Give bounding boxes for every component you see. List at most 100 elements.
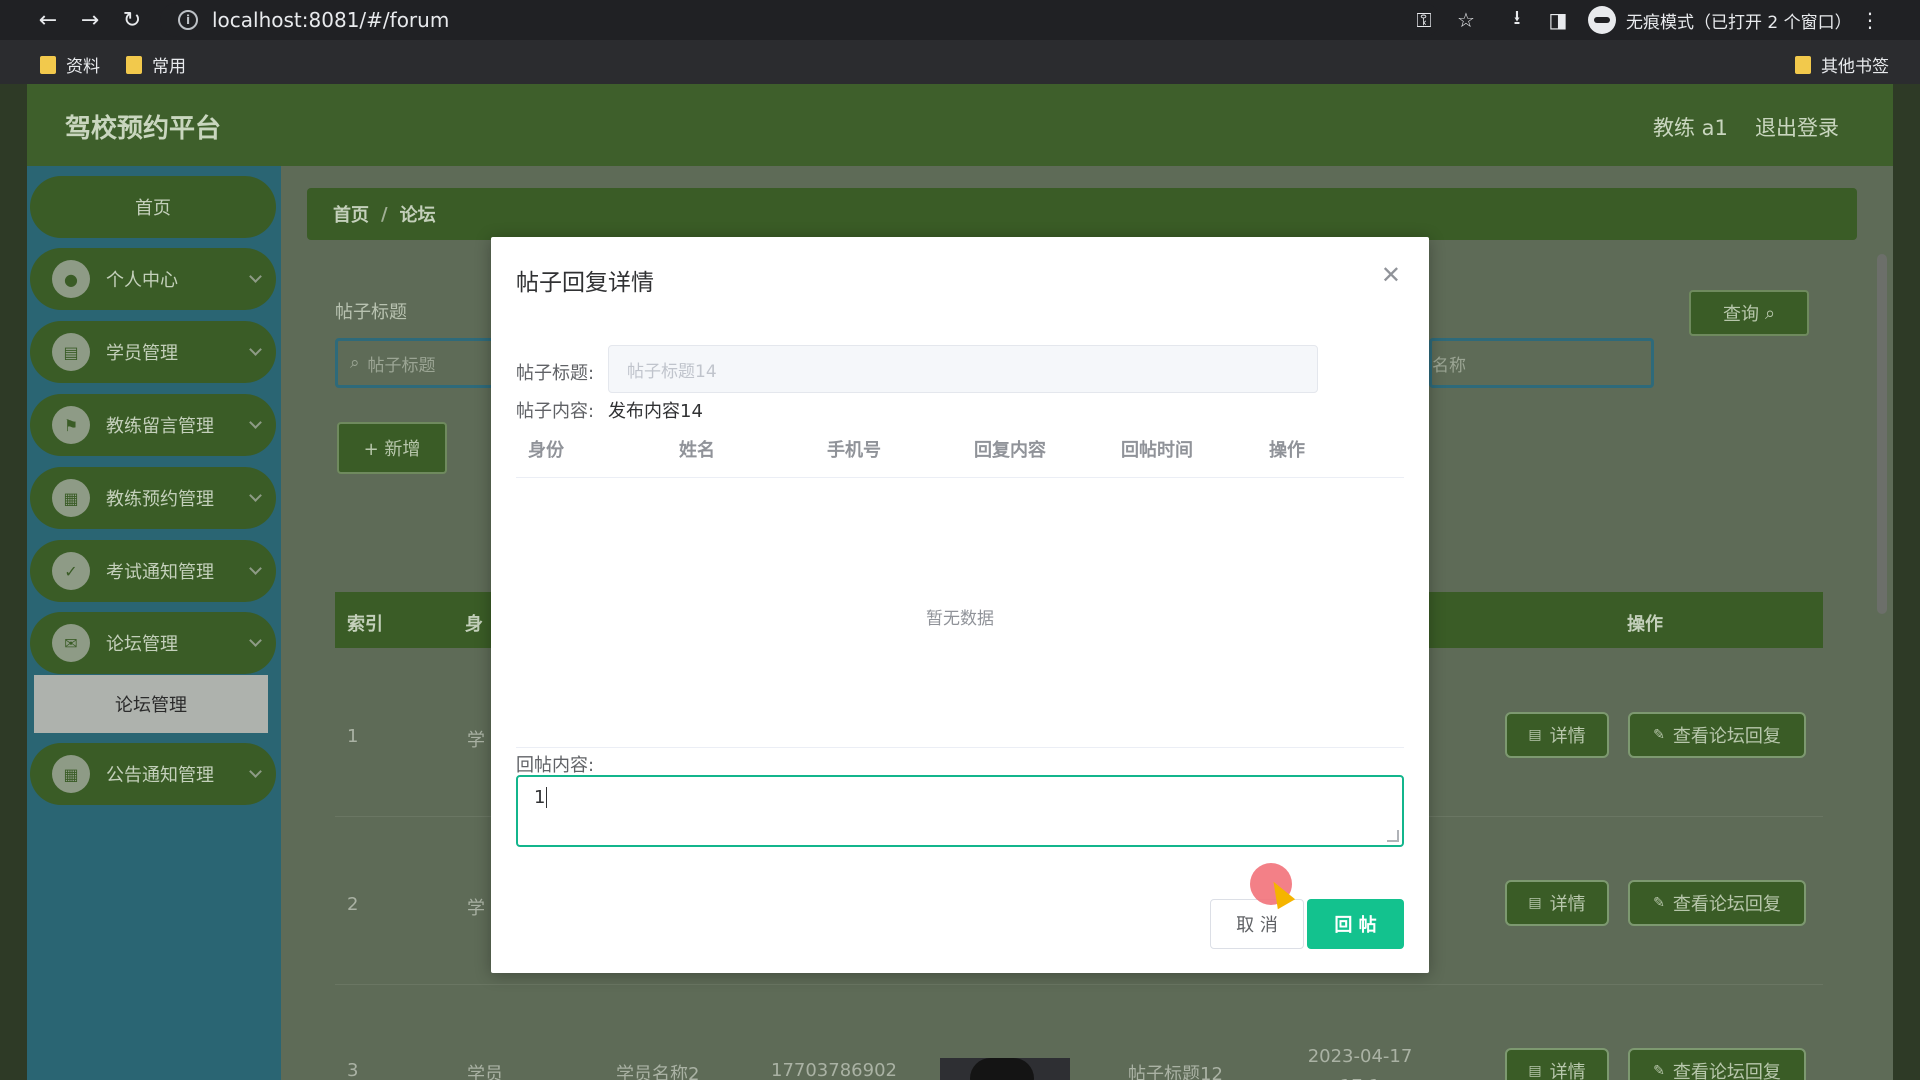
breadcrumb-home[interactable]: 首页 xyxy=(333,201,369,227)
check-icon: ✓ xyxy=(52,552,90,590)
row-index: 3 xyxy=(347,1060,359,1080)
query-button[interactable]: 查询 ⌕ xyxy=(1689,290,1809,336)
bookmark-label: 其他书签 xyxy=(1821,57,1889,77)
row-divider xyxy=(335,984,1823,985)
bookmark-folder-1[interactable]: 常用 xyxy=(126,52,186,77)
sidebar-item-label: 教练预约管理 xyxy=(106,489,214,510)
row-title: 帖子标题12 xyxy=(1128,1064,1223,1080)
sidebar-item-forum[interactable]: ✉ 论坛管理 xyxy=(30,612,276,674)
view-replies-label: 查看论坛回复 xyxy=(1672,894,1781,915)
sidebar-item-label: 论坛管理 xyxy=(106,634,178,655)
view-replies-label: 查看论坛回复 xyxy=(1672,726,1781,747)
page-scrollbar[interactable] xyxy=(1877,254,1887,614)
view-replies-button[interactable]: ✎ 查看论坛回复 xyxy=(1628,1048,1806,1080)
close-icon[interactable]: ✕ xyxy=(1381,261,1401,289)
sidebar-item-label: 学员管理 xyxy=(106,343,178,364)
info-icon[interactable]: i xyxy=(178,10,198,30)
col-reply-content: 回复内容 xyxy=(974,440,1046,461)
bookmark-label: 常用 xyxy=(152,57,186,77)
sidebar-item-home[interactable]: 首页 xyxy=(30,176,276,238)
col-actions: 操作 xyxy=(1269,440,1305,461)
current-user: 教练 a1 xyxy=(1653,116,1728,140)
search-name-placeholder: 名称 xyxy=(1432,355,1466,376)
reply-text: 1 xyxy=(534,787,546,808)
key-icon[interactable]: ⚿ xyxy=(1412,8,1436,32)
breadcrumb-current: 论坛 xyxy=(399,205,436,226)
sidebar-item-students[interactable]: ▤ 学员管理 xyxy=(30,321,276,383)
table-bottom-divider xyxy=(516,747,1404,748)
edit-icon: ✎ xyxy=(1653,727,1665,743)
forward-icon[interactable]: → xyxy=(76,6,104,34)
bookmarks-bar xyxy=(0,40,1920,84)
star-icon[interactable]: ☆ xyxy=(1454,8,1478,32)
reply-textarea[interactable]: 1 xyxy=(516,775,1404,847)
other-bookmarks[interactable]: 其他书签 xyxy=(1795,52,1889,77)
folder-icon xyxy=(126,55,142,74)
detail-button[interactable]: ▤ 详情 xyxy=(1505,1048,1609,1080)
view-replies-button[interactable]: ✎ 查看论坛回复 xyxy=(1628,712,1806,758)
sidebar-item-label: 考试通知管理 xyxy=(106,562,214,583)
cancel-button[interactable]: 取 消 xyxy=(1210,899,1304,949)
sidebar-subitem-forum[interactable]: 论坛管理 xyxy=(34,675,268,733)
sidebar-item-messages[interactable]: ⚑ 教练留言管理 xyxy=(30,394,276,456)
app-header: 驾校预约平台 教练 a1 退出登录 xyxy=(27,84,1893,166)
folder-icon xyxy=(1795,55,1811,74)
header-actions: 操作 xyxy=(1627,614,1663,635)
search-title-input[interactable]: ⌕ 帖子标题 xyxy=(335,338,515,388)
empty-state: 暂无数据 xyxy=(926,609,994,629)
edit-icon: ✎ xyxy=(1653,895,1665,911)
post-title-field: 帖子标题14 xyxy=(608,345,1318,393)
chevron-down-icon xyxy=(249,416,262,429)
bookmark-folder-0[interactable]: 资料 xyxy=(40,52,100,77)
detail-label: 详情 xyxy=(1549,894,1586,915)
apps-icon: ▦ xyxy=(52,755,90,793)
reload-icon[interactable]: ↻ xyxy=(118,6,146,34)
view-replies-label: 查看论坛回复 xyxy=(1672,1062,1781,1080)
sidebar-item-appointments[interactable]: ▦ 教练预约管理 xyxy=(30,467,276,529)
menu-dots-icon[interactable]: ⋮ xyxy=(1858,8,1882,32)
chevron-down-icon xyxy=(249,765,262,778)
sidepanel-icon[interactable]: ◨ xyxy=(1546,8,1570,32)
search-icon: ⌕ xyxy=(350,353,360,373)
grid-icon: ▦ xyxy=(52,479,90,517)
address-bar[interactable]: i localhost:8081/#/forum xyxy=(160,3,1440,37)
chevron-down-icon xyxy=(249,634,262,647)
detail-button[interactable]: ▤ 详情 xyxy=(1505,880,1609,926)
brand-title: 驾校预约平台 xyxy=(65,114,222,144)
row-name: 学员名称2 xyxy=(616,1064,700,1080)
chevron-down-icon xyxy=(249,489,262,502)
browser-toolbar: ← → ↻ i localhost:8081/#/forum ⚿ ☆ ⭳ ◨ 无… xyxy=(0,0,1920,40)
detail-label: 详情 xyxy=(1549,726,1586,747)
post-title-value: 帖子标题14 xyxy=(627,361,717,382)
incognito-label: 无痕模式（已打开 2 个窗口） xyxy=(1626,12,1852,33)
submit-reply-button[interactable]: 回 帖 xyxy=(1307,899,1404,949)
edit-icon: ✎ xyxy=(1653,1063,1665,1079)
chevron-down-icon xyxy=(249,270,262,283)
row-time: 2023-04-17 17:1 6:18 xyxy=(1307,1046,1413,1080)
sidebar-item-personal[interactable]: ● 个人中心 xyxy=(30,248,276,310)
row-index: 2 xyxy=(347,894,359,915)
flag-icon: ⚑ xyxy=(52,406,90,444)
download-icon[interactable]: ⭳ xyxy=(1505,5,1529,32)
header-identity: 身 xyxy=(465,614,483,635)
search-title-placeholder: 帖子标题 xyxy=(367,355,436,376)
message-icon: ✉ xyxy=(52,624,90,662)
reply-content-label: 回帖内容: xyxy=(516,755,595,776)
detail-button[interactable]: ▤ 详情 xyxy=(1505,712,1609,758)
table-header-divider xyxy=(516,477,1404,478)
folder-icon xyxy=(40,55,56,74)
sidebar-item-exams[interactable]: ✓ 考试通知管理 xyxy=(30,540,276,602)
incognito-indicator[interactable]: 无痕模式（已打开 2 个窗口） xyxy=(1588,6,1852,34)
sidebar-item-label: 首页 xyxy=(135,198,171,219)
back-icon[interactable]: ← xyxy=(34,6,62,34)
row-phone: 17703786902 xyxy=(771,1060,897,1080)
chevron-down-icon xyxy=(249,343,262,356)
logout-link[interactable]: 退出登录 xyxy=(1755,112,1839,142)
sidebar-item-label: 公告通知管理 xyxy=(106,765,214,786)
row-index: 1 xyxy=(347,726,359,747)
col-name: 姓名 xyxy=(679,440,715,461)
add-button[interactable]: + 新增 xyxy=(337,422,447,474)
view-replies-button[interactable]: ✎ 查看论坛回复 xyxy=(1628,880,1806,926)
search-name-input[interactable]: 名称 xyxy=(1429,338,1654,388)
sidebar-item-notices[interactable]: ▦ 公告通知管理 xyxy=(30,743,276,805)
